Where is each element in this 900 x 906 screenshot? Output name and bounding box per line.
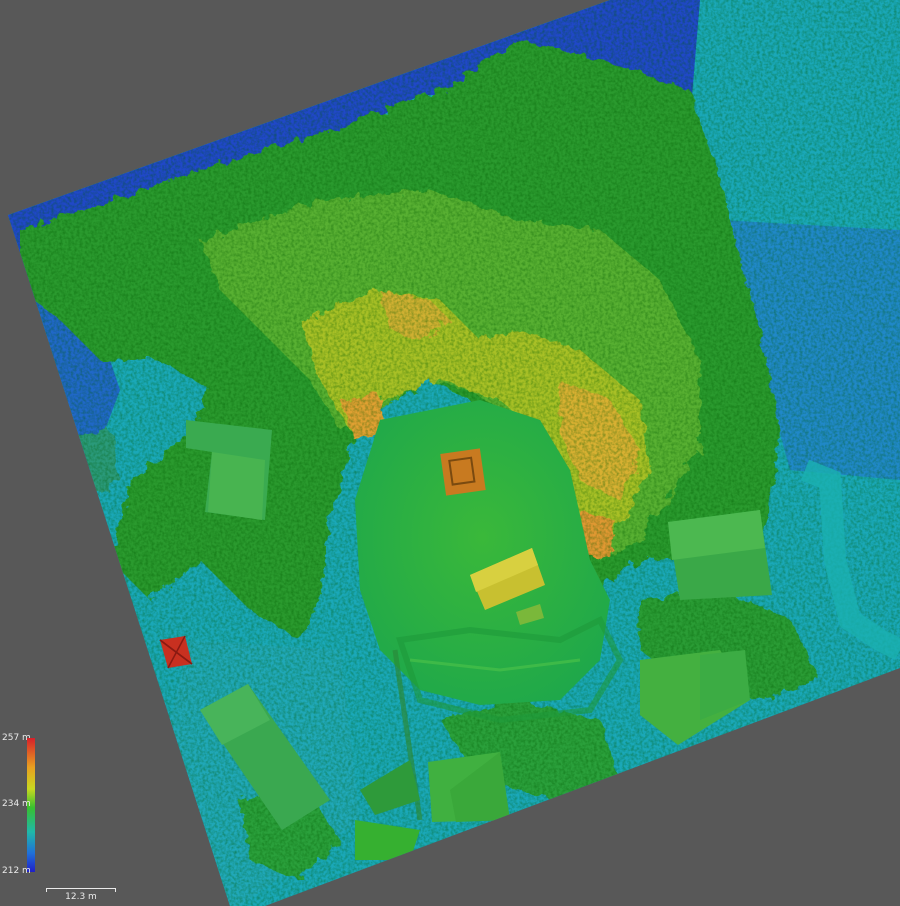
legend-min-label: 212 m [2,866,31,876]
elevation-legend: 257 m 234 m 212 m [0,728,60,878]
elevation-map[interactable] [0,0,900,906]
building-tower-base[interactable] [440,448,486,496]
building-south-house[interactable] [428,752,510,822]
elevation-tile [8,0,900,906]
scale-bar-label: 12.3 m [65,892,97,902]
building-east-house[interactable] [668,510,772,600]
legend-mid-label: 234 m [2,799,31,809]
elevation-map-viewport[interactable] [0,0,900,906]
scale-bar: 12.3 m [46,884,116,906]
